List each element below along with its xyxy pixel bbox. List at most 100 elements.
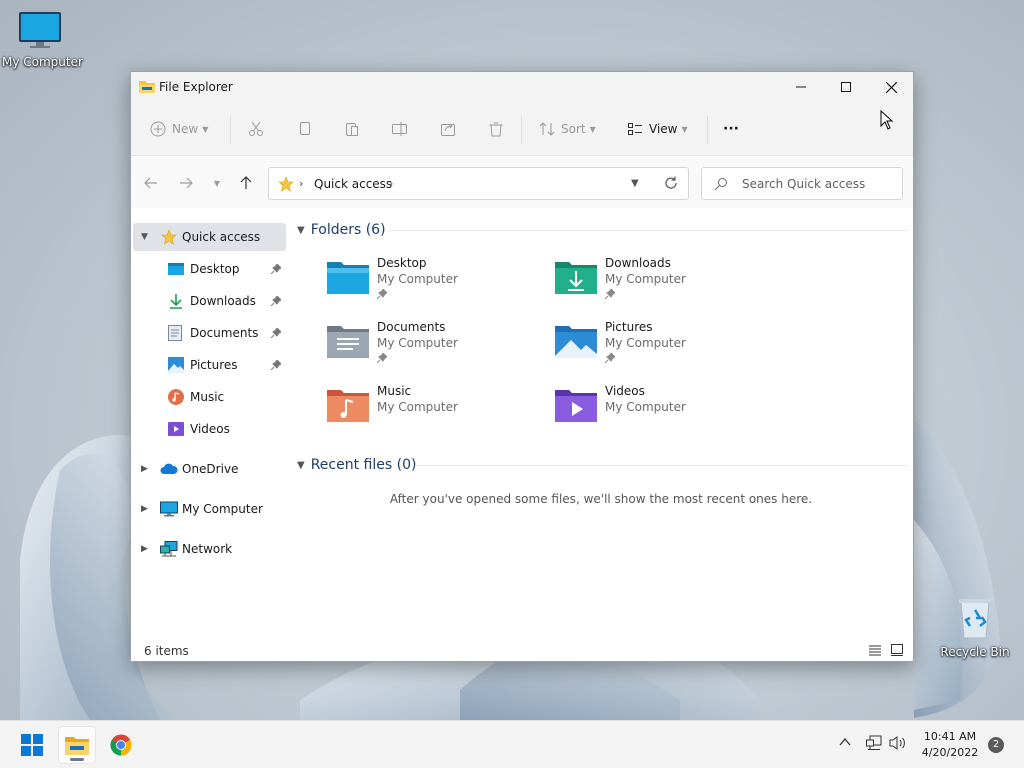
sidebar-item-onedrive[interactable]: ▶ OneDrive: [133, 455, 286, 483]
network-tray-icon[interactable]: [866, 735, 882, 754]
sidebar-item-music[interactable]: Music: [133, 383, 286, 411]
speaker-icon: [889, 736, 905, 750]
details-view-button[interactable]: [869, 644, 881, 659]
desktop-icon-recycle-bin[interactable]: Recycle Bin: [940, 596, 1010, 659]
recent-locations-button[interactable]: ▼: [207, 173, 227, 193]
sidebar-item-label: Videos: [190, 422, 230, 436]
chevron-right-icon[interactable]: ›: [389, 177, 393, 190]
folder-location: My Computer: [605, 400, 686, 414]
window-title: File Explorer: [159, 80, 233, 94]
back-button[interactable]: [141, 173, 161, 193]
folder-location: My Computer: [377, 272, 458, 286]
file-explorer-window: File Explorer New ▼ Sort ▼ View ▼ ··· ▼ …: [130, 71, 914, 662]
sidebar-item-label: Downloads: [190, 294, 256, 308]
taskbar-clock[interactable]: 10:41 AM 4/20/2022: [916, 729, 984, 761]
chevron-down-icon: ▼: [297, 459, 305, 471]
folder-name: Videos: [605, 384, 645, 398]
new-button[interactable]: New ▼: [150, 116, 208, 142]
sidebar-item-my-computer[interactable]: ▶ My Computer: [133, 495, 286, 523]
sidebar-item-label: OneDrive: [182, 462, 239, 476]
sort-button[interactable]: Sort ▼: [539, 116, 596, 142]
chevron-down-icon[interactable]: ▼: [141, 232, 148, 242]
show-hidden-icons-button[interactable]: [838, 735, 852, 752]
pin-icon: [270, 295, 282, 309]
star-icon: [278, 176, 294, 195]
delete-button[interactable]: [488, 116, 504, 142]
sidebar-item-label: Network: [182, 542, 233, 556]
address-history-dropdown[interactable]: ▼: [631, 178, 639, 189]
desktop-icon-label: Recycle Bin: [940, 645, 1010, 659]
sidebar-item-desktop[interactable]: Desktop: [133, 255, 286, 283]
notification-badge[interactable]: 2: [988, 737, 1004, 753]
sort-label: Sort: [561, 122, 586, 136]
sidebar-item-videos[interactable]: Videos: [133, 415, 286, 443]
forward-button[interactable]: [176, 173, 196, 193]
view-button[interactable]: View ▼: [627, 116, 688, 142]
details-view-icon: [869, 645, 881, 656]
picture-icon: [168, 357, 184, 373]
tiles-view-icon: [891, 644, 903, 656]
content-pane: ▼ Folders (6) Desktop My Computer Downlo…: [289, 208, 913, 628]
folder-tile-pictures[interactable]: Pictures My Computer: [555, 320, 755, 376]
refresh-button[interactable]: [663, 175, 679, 194]
chevron-right-icon[interactable]: ▶: [141, 544, 148, 554]
sidebar-item-label: Documents: [190, 326, 259, 340]
search-placeholder: Search Quick access: [742, 177, 866, 191]
taskbar-file-explorer[interactable]: [59, 727, 95, 763]
mouse-cursor: [880, 109, 894, 133]
minimize-button[interactable]: [778, 72, 824, 102]
taskbar-chrome[interactable]: [103, 727, 139, 763]
rename-button[interactable]: [391, 116, 409, 142]
maximize-button[interactable]: [823, 72, 869, 102]
close-button[interactable]: [868, 72, 914, 102]
pictures-folder-icon: [555, 326, 597, 358]
share-button[interactable]: [440, 116, 456, 142]
sidebar-item-documents[interactable]: Documents: [133, 319, 286, 347]
paste-button[interactable]: [344, 116, 360, 142]
recent-files-group-header[interactable]: ▼ Recent files (0): [297, 455, 416, 475]
folder-tile-music[interactable]: Music My Computer: [327, 384, 527, 440]
sidebar-item-downloads[interactable]: Downloads: [133, 287, 286, 315]
folder-tile-downloads[interactable]: Downloads My Computer: [555, 256, 755, 312]
view-list-icon: [628, 123, 642, 135]
tiles-view-button[interactable]: [891, 644, 903, 659]
copy-button[interactable]: [297, 116, 313, 142]
sidebar-item-network[interactable]: ▶ Network: [133, 535, 286, 563]
sidebar-item-pictures[interactable]: Pictures: [133, 351, 286, 379]
search-input[interactable]: Search Quick access: [701, 167, 903, 200]
network-icon: [866, 735, 882, 750]
folders-group-header[interactable]: ▼ Folders (6): [297, 220, 386, 240]
folder-tile-videos[interactable]: Videos My Computer: [555, 384, 755, 440]
desktop-icon-my-computer[interactable]: My Computer: [2, 10, 83, 69]
folder-name: Documents: [377, 320, 446, 334]
breadcrumb-quick-access[interactable]: Quick access: [314, 177, 392, 191]
address-bar-row: ▼ › Quick access › ▼ Search Quick access: [131, 156, 913, 208]
taskbar: 10:41 AM 4/20/2022 2: [0, 720, 1024, 768]
folders-group-title: Folders (6): [310, 222, 386, 238]
start-button[interactable]: [14, 727, 50, 763]
chevron-right-icon[interactable]: ▶: [141, 464, 148, 474]
pin-icon: [604, 288, 616, 302]
folder-tile-documents[interactable]: Documents My Computer: [327, 320, 527, 376]
volume-tray-icon[interactable]: [889, 735, 907, 754]
address-input[interactable]: › Quick access › ▼: [268, 167, 689, 200]
folder-location: My Computer: [605, 272, 686, 286]
sidebar-item-label: Music: [190, 390, 225, 404]
chrome-icon: [110, 734, 132, 756]
title-bar[interactable]: File Explorer: [131, 72, 913, 102]
scissors-icon: [249, 121, 263, 136]
close-icon: [885, 81, 897, 93]
documents-folder-icon: [327, 326, 369, 358]
more-options-button[interactable]: ···: [723, 116, 739, 142]
cut-button[interactable]: [248, 116, 264, 142]
up-button[interactable]: [236, 173, 256, 193]
folder-location: My Computer: [377, 336, 458, 350]
item-count: 6 items: [144, 644, 189, 658]
sidebar-item-label: Quick access: [182, 230, 261, 244]
chevron-right-icon[interactable]: ▶: [141, 504, 148, 514]
search-icon: [714, 177, 728, 194]
rename-icon: [392, 122, 407, 136]
folder-tile-desktop[interactable]: Desktop My Computer: [327, 256, 527, 312]
sidebar-item-quick-access[interactable]: ▼ Quick access: [133, 223, 286, 251]
downloads-folder-icon: [555, 262, 597, 294]
